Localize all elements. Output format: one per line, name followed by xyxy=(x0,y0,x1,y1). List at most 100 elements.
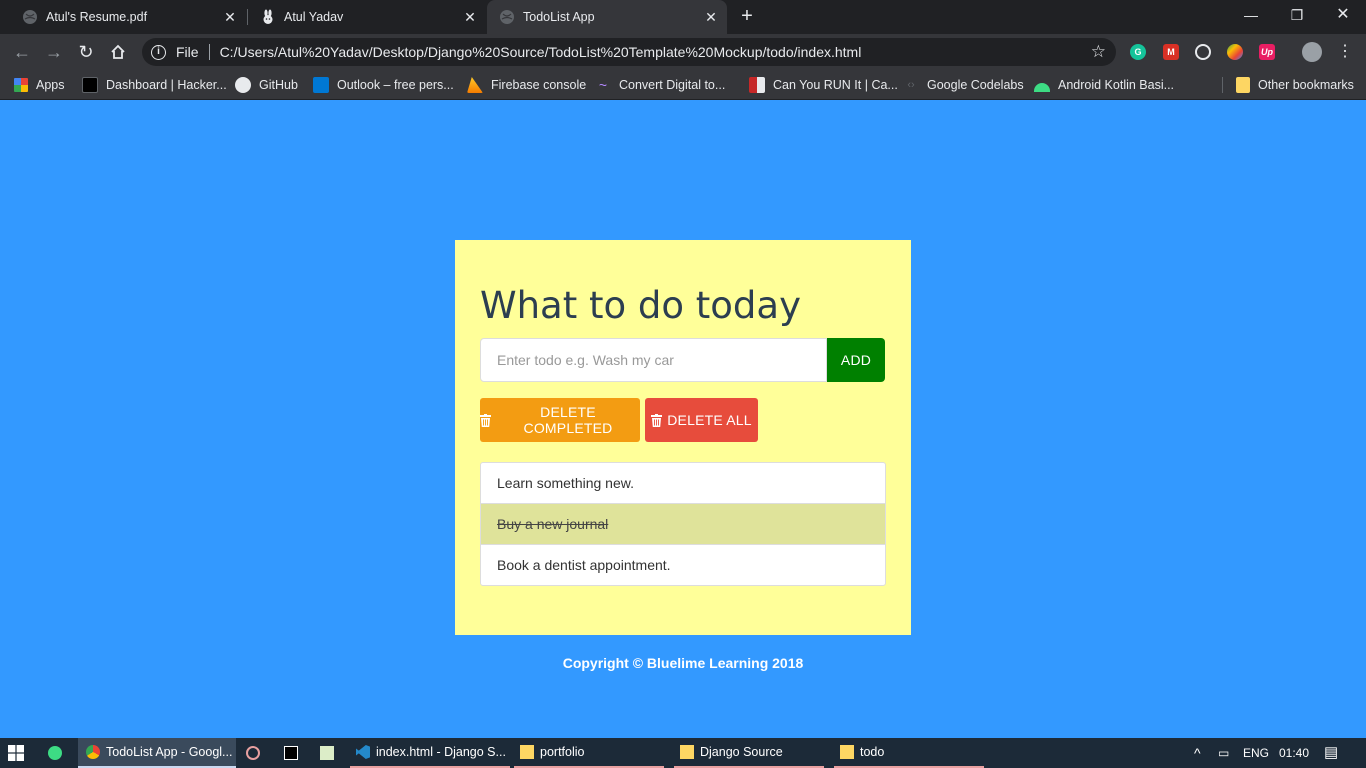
vscode-icon xyxy=(356,745,370,759)
android-studio-taskbar-icon[interactable] xyxy=(48,738,68,768)
bookmark-label: Firebase console xyxy=(491,78,587,92)
bookmark-label: Android Kotlin Basi... xyxy=(1058,78,1175,92)
bookmark-label: Can You RUN It | Ca... xyxy=(773,78,898,92)
bookmark-canyourunit[interactable]: Can You RUN It | Ca... xyxy=(749,76,898,94)
mega-icon[interactable]: M xyxy=(1163,44,1179,60)
bookmark-label: Google Codelabs xyxy=(927,78,1024,92)
bookmark-star-icon[interactable]: ☆ xyxy=(1091,43,1106,61)
home-icon[interactable] xyxy=(106,40,130,64)
tab-title: Atul Yadav xyxy=(284,10,344,24)
taskbar-label: index.html - Django S... xyxy=(376,745,506,759)
upwork-icon[interactable]: Up xyxy=(1259,44,1275,60)
bookmark-hackerrank[interactable]: Dashboard | Hacker... xyxy=(82,76,227,94)
tab-todolist[interactable]: TodoList App ✕ xyxy=(487,0,727,34)
address-bar[interactable]: i File C:/Users/Atul%20Yadav/Desktop/Dja… xyxy=(142,38,1116,66)
taskbar-folder-django-source[interactable]: Django Source xyxy=(674,738,824,768)
canyourunit-icon xyxy=(749,77,765,93)
footer-copyright: Copyright © Bluelime Learning 2018 xyxy=(562,655,804,671)
tray-chevron-up-icon[interactable]: ^ xyxy=(1194,738,1201,768)
intellij-taskbar-icon[interactable] xyxy=(284,738,304,768)
delete-all-label: DELETE ALL xyxy=(667,412,752,428)
bookmark-outlook[interactable]: Outlook – free pers... xyxy=(313,76,454,94)
add-button-label: ADD xyxy=(840,352,872,368)
todo-item-completed[interactable]: Buy a new journal xyxy=(480,503,886,545)
android-icon xyxy=(1034,83,1050,92)
omnibox-divider xyxy=(208,44,210,60)
clock-time[interactable]: 01:40 xyxy=(1279,738,1309,768)
windows-taskbar: TodoList App - Googl... index.html - Dja… xyxy=(0,738,1366,768)
minimize-window-button[interactable]: — xyxy=(1228,0,1274,30)
bookmark-other[interactable]: Other bookmarks xyxy=(1236,76,1354,94)
trash-icon xyxy=(480,413,491,427)
globe-icon xyxy=(499,9,515,25)
taskbar-label: Django Source xyxy=(700,745,783,759)
site-info-icon[interactable]: i xyxy=(151,44,166,60)
extension-circle-icon[interactable] xyxy=(1195,44,1211,60)
taskbar-vscode[interactable]: index.html - Django S... xyxy=(350,738,510,768)
github-icon xyxy=(235,77,251,93)
delete-all-button[interactable]: DELETE ALL xyxy=(645,398,758,442)
hackerrank-icon xyxy=(82,77,98,93)
bookmark-convert[interactable]: ~ Convert Digital to... xyxy=(595,76,725,94)
taskbar-label: todo xyxy=(860,745,885,759)
codelabs-icon: ‹› xyxy=(907,79,915,91)
new-tab-button[interactable]: + xyxy=(734,5,760,29)
media-player-taskbar-icon[interactable] xyxy=(246,738,266,768)
folder-icon xyxy=(680,745,694,759)
bookmark-github[interactable]: GitHub xyxy=(235,76,298,94)
bookmark-label: Other bookmarks xyxy=(1258,78,1354,92)
notepad-taskbar-icon[interactable] xyxy=(320,738,340,768)
windows-start-button[interactable] xyxy=(8,738,24,768)
url-text[interactable]: C:/Users/Atul%20Yadav/Desktop/Django%20S… xyxy=(220,44,862,60)
add-button[interactable]: ADD xyxy=(827,338,885,382)
browser-toolbar: ← → ↻ i File C:/Users/Atul%20Yadav/Deskt… xyxy=(0,34,1366,70)
bookmark-firebase[interactable]: Firebase console xyxy=(467,76,586,94)
reload-icon[interactable]: ↻ xyxy=(74,40,98,64)
profile-avatar[interactable] xyxy=(1302,42,1322,62)
browser-tab-bar: Atul's Resume.pdf ✕ Atul Yadav ✕ TodoLis… xyxy=(0,0,1366,34)
todo-input[interactable] xyxy=(480,338,827,382)
close-tab-icon[interactable]: ✕ xyxy=(703,9,719,25)
restore-window-button[interactable]: ❐ xyxy=(1274,0,1320,30)
bookmark-label: Convert Digital to... xyxy=(619,78,726,92)
delete-completed-button[interactable]: DELETE COMPLETED xyxy=(480,398,640,442)
bookmark-android-kotlin[interactable]: Android Kotlin Basi... xyxy=(1034,76,1174,94)
delete-completed-label: DELETE COMPLETED xyxy=(523,404,613,436)
tab-resume[interactable]: Atul's Resume.pdf ✕ xyxy=(0,0,246,34)
todo-item[interactable]: Learn something new. xyxy=(480,462,886,504)
bookmark-label: Apps xyxy=(36,78,65,92)
taskbar-folder-portfolio[interactable]: portfolio xyxy=(514,738,664,768)
grammarly-icon[interactable]: G xyxy=(1130,44,1146,60)
forward-arrow-icon[interactable]: → xyxy=(42,40,66,64)
notification-center-icon[interactable]: ▤ xyxy=(1324,738,1338,768)
close-window-button[interactable]: ✕ xyxy=(1320,0,1366,30)
language-indicator[interactable]: ENG xyxy=(1243,738,1269,768)
battery-icon[interactable]: ▭ xyxy=(1218,738,1229,768)
page-title: What to do today xyxy=(480,284,801,327)
taskbar-label: TodoList App - Googl... xyxy=(106,745,233,759)
taskbar-label: portfolio xyxy=(540,745,585,759)
todo-item[interactable]: Book a dentist appointment. xyxy=(480,544,886,586)
tab-title: Atul's Resume.pdf xyxy=(46,10,148,24)
outlook-icon xyxy=(313,77,329,93)
bookmark-label: Outlook – free pers... xyxy=(337,78,454,92)
globe-icon xyxy=(22,9,38,25)
back-arrow-icon[interactable]: ← xyxy=(10,40,34,64)
bookmark-apps[interactable]: Apps xyxy=(14,76,65,94)
page-content: What to do today ADD DELETE COMPLETED DE… xyxy=(0,101,1366,738)
rabbit-icon xyxy=(260,9,276,25)
folder-icon xyxy=(520,745,534,759)
tab-title: TodoList App xyxy=(523,10,595,24)
colorful-extension-icon[interactable] xyxy=(1227,44,1243,60)
close-tab-icon[interactable]: ✕ xyxy=(462,9,478,25)
folder-icon xyxy=(840,745,854,759)
tab-atul-yadav[interactable]: Atul Yadav ✕ xyxy=(248,0,486,34)
apps-grid-icon xyxy=(14,78,28,92)
chrome-icon xyxy=(86,745,100,759)
taskbar-folder-todo[interactable]: todo xyxy=(834,738,984,768)
menu-dots-icon[interactable]: ⋮ xyxy=(1333,40,1357,64)
close-tab-icon[interactable]: ✕ xyxy=(222,9,238,25)
bookmark-codelabs[interactable]: ‹› Google Codelabs xyxy=(903,76,1024,94)
windows-logo-icon xyxy=(8,745,24,761)
taskbar-chrome-todolist[interactable]: TodoList App - Googl... xyxy=(78,738,236,768)
